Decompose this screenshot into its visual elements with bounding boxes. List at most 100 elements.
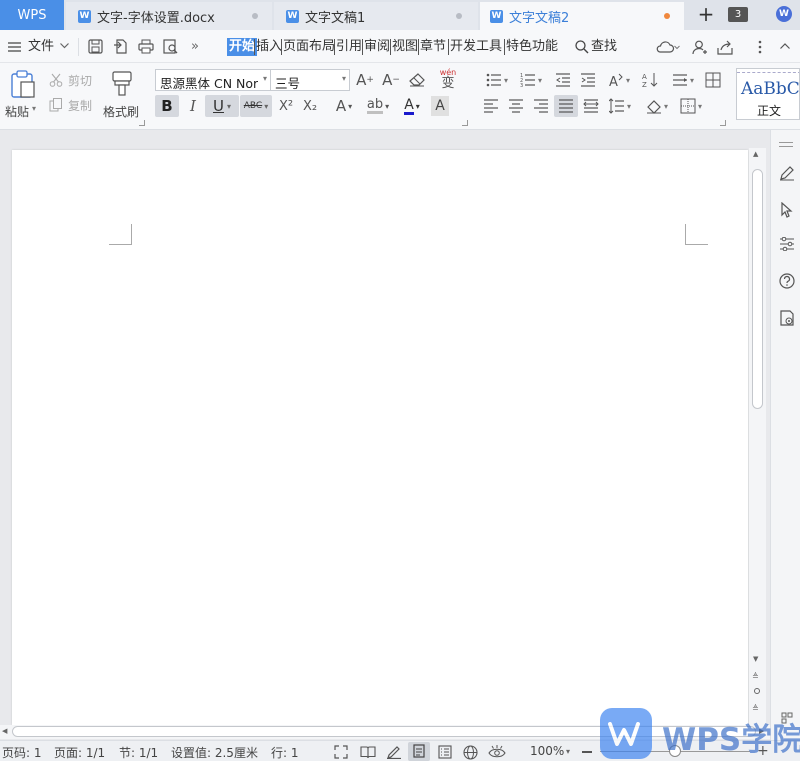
- highlight-button[interactable]: ab ▾: [363, 95, 393, 117]
- superscript-button[interactable]: X²: [275, 95, 297, 117]
- group-launcher-icon[interactable]: [139, 120, 145, 126]
- search-command[interactable]: 查找: [591, 38, 617, 56]
- bullet-list-icon[interactable]: ▾: [482, 69, 512, 91]
- style-gallery-normal[interactable]: AaBbC 正文: [736, 68, 800, 120]
- more-options-icon[interactable]: [758, 40, 762, 54]
- tab-doc-2[interactable]: W 文字文稿1: [274, 2, 478, 30]
- status-pages[interactable]: 页面: 1/1: [54, 744, 105, 761]
- menu-tab-4[interactable]: 审阅: [364, 38, 390, 56]
- fullscreen-icon[interactable]: [334, 745, 348, 759]
- eye-protection-icon[interactable]: [488, 744, 506, 760]
- window-count-button[interactable]: 3: [728, 7, 748, 22]
- print-preview-icon[interactable]: [163, 39, 179, 54]
- file-menu[interactable]: 文件: [28, 38, 54, 56]
- copy-button[interactable]: 复制: [49, 96, 97, 114]
- subscript-label: X₂: [302, 98, 318, 114]
- reading-mode-icon[interactable]: [360, 745, 376, 759]
- status-setting[interactable]: 设置值: 2.5厘米: [171, 744, 258, 761]
- status-section[interactable]: 节: 1/1: [119, 744, 158, 761]
- align-right-icon[interactable]: [532, 95, 550, 117]
- status-line[interactable]: 行: 1: [271, 744, 299, 761]
- tab-doc-3-active[interactable]: W 文字文稿2: [480, 2, 684, 30]
- collapse-ribbon-icon[interactable]: [780, 43, 790, 49]
- group-launcher-icon[interactable]: [462, 120, 468, 126]
- scroll-thumb[interactable]: [752, 169, 763, 409]
- grow-font-icon[interactable]: A +: [354, 70, 376, 90]
- menu-tab-6[interactable]: 章节: [420, 38, 446, 56]
- scroll-left-icon[interactable]: ◀: [2, 727, 7, 735]
- export-pdf-icon[interactable]: [113, 39, 129, 54]
- font-size-select[interactable]: 三号 ▾: [270, 69, 350, 91]
- menu-tab-1[interactable]: 插入: [256, 38, 282, 56]
- clear-format-icon[interactable]: [406, 70, 428, 90]
- document-check-icon[interactable]: [780, 310, 795, 326]
- increase-indent-icon[interactable]: [578, 69, 598, 91]
- menu-tab-2[interactable]: 页面布局: [283, 38, 335, 56]
- phonetic-guide-icon[interactable]: wén 变: [432, 67, 464, 91]
- sort-icon[interactable]: AZ: [640, 69, 660, 91]
- decrease-indent-icon[interactable]: [553, 69, 573, 91]
- borders-icon[interactable]: ▾: [677, 95, 705, 117]
- align-center-icon[interactable]: [507, 95, 525, 117]
- share-user-icon[interactable]: [692, 40, 708, 55]
- bold-button[interactable]: B: [155, 95, 179, 117]
- tab-doc-1[interactable]: W 文字-字体设置.docx: [66, 2, 272, 30]
- print-icon[interactable]: [138, 39, 154, 54]
- distributed-align-icon[interactable]: [581, 95, 601, 117]
- italic-button[interactable]: I: [182, 95, 204, 117]
- paste-button[interactable]: 粘贴 ▾: [4, 67, 42, 119]
- menu-tab-0[interactable]: 开始: [227, 38, 258, 56]
- account-badge-icon[interactable]: W: [776, 6, 792, 22]
- cut-button[interactable]: 剪切: [49, 71, 97, 89]
- format-painter-button[interactable]: 格式刷: [100, 67, 144, 119]
- status-page-code[interactable]: 页码: 1: [2, 744, 42, 761]
- write-mode-icon[interactable]: [386, 745, 402, 759]
- scroll-up-icon[interactable]: ▲: [753, 150, 758, 158]
- shading-icon[interactable]: ▾: [643, 95, 671, 117]
- justify-icon-active[interactable]: [554, 95, 578, 117]
- numbered-list-icon[interactable]: 1 2 3 ▾: [516, 69, 546, 91]
- align-left-icon[interactable]: [482, 95, 500, 117]
- share-icon[interactable]: [717, 40, 733, 55]
- prev-page-icon[interactable]: ≜: [752, 672, 759, 681]
- pen-icon[interactable]: [779, 165, 795, 181]
- menu-tab-8[interactable]: 特色功能: [506, 38, 558, 56]
- line-spacing-options-icon[interactable]: ▾: [670, 69, 696, 91]
- char-shading-button[interactable]: A: [431, 96, 449, 116]
- group-launcher-icon[interactable]: [720, 120, 726, 126]
- text-direction-icon[interactable]: A ▾: [605, 69, 633, 91]
- outline-view-icon[interactable]: [438, 745, 452, 759]
- select-pointer-icon[interactable]: [780, 202, 794, 218]
- subscript-button[interactable]: X₂: [299, 95, 321, 117]
- font-name-select[interactable]: 思源黑体 CN Nor ▾: [155, 69, 271, 91]
- vertical-scrollbar[interactable]: ▲ ▼ ≜ ≜: [749, 148, 766, 725]
- text-effect-button[interactable]: A ▾: [329, 95, 359, 117]
- table-layout-icon[interactable]: [704, 69, 722, 91]
- menu-tab-5[interactable]: 视图: [392, 38, 418, 56]
- menu-tab-3[interactable]: 引用: [336, 38, 362, 56]
- new-tab-button[interactable]: +: [696, 4, 716, 26]
- hamburger-menu-icon[interactable]: [8, 42, 21, 52]
- page-view-icon-active[interactable]: [408, 742, 430, 761]
- scroll-down-icon[interactable]: ▼: [753, 655, 758, 663]
- font-color-button[interactable]: A ▾: [397, 95, 427, 117]
- adjust-settings-icon[interactable]: [779, 237, 795, 251]
- strikethrough-button[interactable]: ABC ▾: [240, 95, 272, 117]
- underline-button[interactable]: U ▾: [205, 95, 239, 117]
- zoom-level[interactable]: 100%: [530, 744, 564, 758]
- document-page[interactable]: [12, 150, 748, 725]
- wps-home-tab[interactable]: WPS: [0, 0, 64, 30]
- search-icon[interactable]: [575, 40, 589, 54]
- line-spacing-icon[interactable]: ▾: [606, 95, 634, 117]
- web-view-icon[interactable]: [463, 745, 478, 760]
- chevron-down-icon[interactable]: [60, 43, 69, 49]
- save-icon[interactable]: [88, 39, 104, 54]
- zoom-dropdown-icon[interactable]: ▾: [566, 747, 570, 756]
- cloud-sync-icon[interactable]: [656, 40, 680, 54]
- more-quick-access[interactable]: »: [191, 38, 199, 56]
- menu-tab-7[interactable]: 开发工具: [450, 38, 502, 56]
- select-browse-object-icon[interactable]: [754, 688, 760, 694]
- shrink-font-icon[interactable]: A −: [380, 70, 402, 90]
- zoom-out-icon[interactable]: [582, 751, 592, 753]
- help-icon[interactable]: [779, 273, 795, 289]
